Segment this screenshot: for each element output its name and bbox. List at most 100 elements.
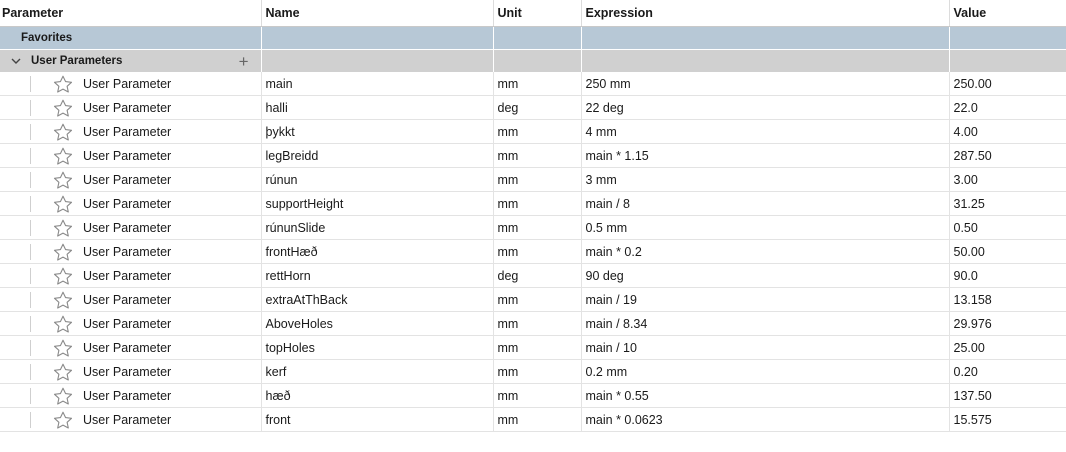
unit-cell[interactable]: mm: [493, 143, 582, 168]
expression-cell[interactable]: main * 0.0623: [581, 407, 950, 432]
expression-cell[interactable]: 250 mm: [581, 72, 950, 96]
expression-cell[interactable]: 3 mm: [581, 167, 950, 192]
star-outline-icon[interactable]: [53, 123, 75, 141]
table-row[interactable]: User Parameter kerf mm 0.2 mm 0.20: [0, 359, 1066, 384]
name-cell[interactable]: kerf: [261, 359, 494, 384]
tree-indent: [0, 387, 31, 404]
name-cell[interactable]: topHoles: [261, 335, 494, 360]
table-row[interactable]: User Parameter legBreidd mm main * 1.15 287.…: [0, 143, 1066, 168]
table-row[interactable]: User Parameter rúnunSlide mm 0.5 mm 0.50: [0, 215, 1066, 240]
name-cell[interactable]: þykkt: [261, 119, 494, 144]
star-outline-icon[interactable]: [53, 75, 75, 93]
tree-indent: [0, 411, 31, 428]
tree-indent: [0, 99, 31, 116]
unit-cell[interactable]: deg: [493, 263, 582, 288]
name-cell[interactable]: frontHæð: [261, 239, 494, 264]
column-header-parameter[interactable]: Parameter: [0, 0, 262, 27]
column-header-unit[interactable]: Unit: [493, 0, 582, 27]
group-cell: [949, 49, 1066, 72]
unit-cell[interactable]: mm: [493, 191, 582, 216]
unit-cell[interactable]: mm: [493, 119, 582, 144]
expression-cell[interactable]: main * 0.55: [581, 383, 950, 408]
star-outline-icon[interactable]: [53, 315, 75, 333]
unit-cell[interactable]: mm: [493, 72, 582, 96]
star-outline-icon[interactable]: [53, 195, 75, 213]
expression-cell[interactable]: main * 1.15: [581, 143, 950, 168]
name-cell[interactable]: rúnun: [261, 167, 494, 192]
star-outline-icon[interactable]: [53, 387, 75, 405]
star-outline-icon[interactable]: [53, 147, 75, 165]
name-cell[interactable]: legBreidd: [261, 143, 494, 168]
expression-cell[interactable]: main / 8.34: [581, 311, 950, 336]
star-outline-icon[interactable]: [53, 267, 75, 285]
add-parameter-plus-icon[interactable]: +: [239, 53, 249, 70]
unit-cell[interactable]: mm: [493, 239, 582, 264]
star-outline-icon[interactable]: [53, 99, 75, 117]
unit-cell[interactable]: mm: [493, 167, 582, 192]
expression-cell[interactable]: 0.2 mm: [581, 359, 950, 384]
parameter-cell: User Parameter: [0, 119, 262, 144]
star-outline-icon[interactable]: [53, 363, 75, 381]
group-cell: [493, 49, 582, 72]
expression-cell[interactable]: main / 19: [581, 287, 950, 312]
tree-indent: [0, 75, 31, 92]
value-cell: 15.575: [949, 407, 1066, 432]
unit-cell[interactable]: mm: [493, 287, 582, 312]
expression-cell[interactable]: 90 deg: [581, 263, 950, 288]
name-cell[interactable]: extraAtThBack: [261, 287, 494, 312]
expression-cell[interactable]: 22 deg: [581, 95, 950, 120]
expression-cell[interactable]: main * 0.2: [581, 239, 950, 264]
table-row[interactable]: User Parameter halli deg 22 deg 22.0: [0, 95, 1066, 120]
name-cell[interactable]: supportHeight: [261, 191, 494, 216]
value-cell: 0.50: [949, 215, 1066, 240]
table-row[interactable]: User Parameter rúnun mm 3 mm 3.00: [0, 167, 1066, 192]
table-row[interactable]: User Parameter AboveHoles mm main / 8.34 29.…: [0, 311, 1066, 336]
expression-cell[interactable]: 0.5 mm: [581, 215, 950, 240]
value-cell: 25.00: [949, 335, 1066, 360]
header-row: Parameter Name Unit Expression Value: [0, 0, 1066, 27]
unit-cell[interactable]: mm: [493, 335, 582, 360]
unit-cell[interactable]: deg: [493, 95, 582, 120]
expression-cell[interactable]: 4 mm: [581, 119, 950, 144]
table-row[interactable]: User Parameter front mm main * 0.0623 15.575: [0, 407, 1066, 432]
star-outline-icon[interactable]: [53, 243, 75, 261]
table-row[interactable]: User Parameter extraAtThBack mm main / 19 13…: [0, 287, 1066, 312]
unit-cell[interactable]: mm: [493, 383, 582, 408]
unit-cell[interactable]: mm: [493, 311, 582, 336]
name-cell[interactable]: halli: [261, 95, 494, 120]
name-cell[interactable]: AboveHoles: [261, 311, 494, 336]
star-outline-icon[interactable]: [53, 291, 75, 309]
expression-cell[interactable]: main / 10: [581, 335, 950, 360]
table-row[interactable]: User Parameter supportHeight mm main / 8 31.…: [0, 191, 1066, 216]
favorites-group-label: Favorites: [0, 26, 262, 50]
star-outline-icon[interactable]: [53, 411, 75, 429]
unit-cell[interactable]: mm: [493, 407, 582, 432]
table-row[interactable]: User Parameter topHoles mm main / 10 25.00: [0, 335, 1066, 360]
user-parameters-group-label: User Parameters: [31, 55, 123, 67]
name-cell[interactable]: main: [261, 72, 494, 96]
star-outline-icon[interactable]: [53, 219, 75, 237]
chevron-down-icon[interactable]: [10, 56, 24, 66]
table-row[interactable]: User Parameter main mm 250 mm 250.00: [0, 72, 1066, 96]
favorites-group-row[interactable]: Favorites: [0, 26, 1066, 50]
table-row[interactable]: User Parameter þykkt mm 4 mm 4.00: [0, 119, 1066, 144]
name-cell[interactable]: front: [261, 407, 494, 432]
unit-cell[interactable]: mm: [493, 215, 582, 240]
parameter-cell: User Parameter: [0, 383, 262, 408]
name-cell[interactable]: rúnunSlide: [261, 215, 494, 240]
table-row[interactable]: User Parameter rettHorn deg 90 deg 90.0: [0, 263, 1066, 288]
value-cell: 137.50: [949, 383, 1066, 408]
star-outline-icon[interactable]: [53, 339, 75, 357]
column-header-name[interactable]: Name: [261, 0, 494, 27]
user-parameters-group-row[interactable]: User Parameters +: [0, 49, 1066, 72]
name-cell[interactable]: hæð: [261, 383, 494, 408]
table-row[interactable]: User Parameter hæð mm main * 0.55 137.50: [0, 383, 1066, 408]
column-header-expression[interactable]: Expression: [581, 0, 950, 27]
value-cell: 90.0: [949, 263, 1066, 288]
expression-cell[interactable]: main / 8: [581, 191, 950, 216]
star-outline-icon[interactable]: [53, 171, 75, 189]
name-cell[interactable]: rettHorn: [261, 263, 494, 288]
table-row[interactable]: User Parameter frontHæð mm main * 0.2 50.00: [0, 239, 1066, 264]
unit-cell[interactable]: mm: [493, 359, 582, 384]
column-header-value[interactable]: Value: [949, 0, 1066, 27]
